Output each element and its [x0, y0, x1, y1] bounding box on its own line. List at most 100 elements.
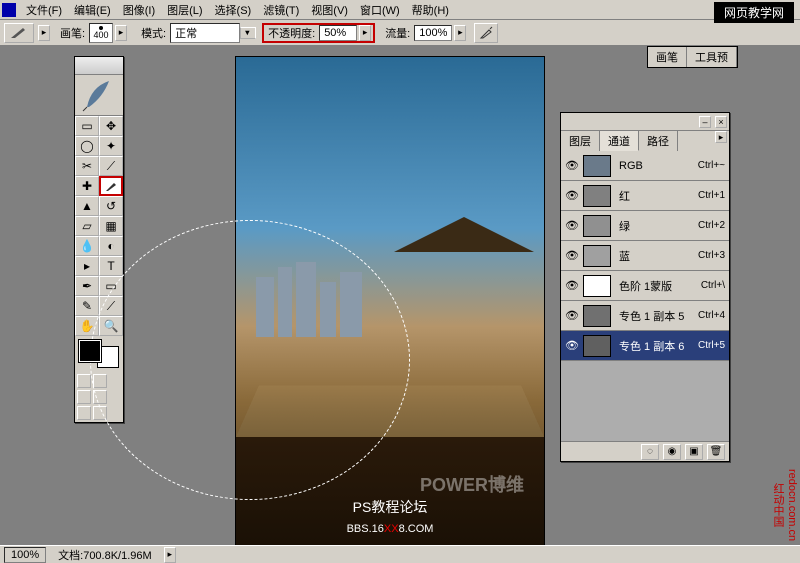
screen-full[interactable]	[77, 406, 91, 420]
zoom-field[interactable]: 100%	[4, 547, 46, 563]
channel-shortcut: Ctrl+1	[698, 190, 725, 201]
tab-toolpresets[interactable]: 工具预	[687, 47, 737, 67]
toolbox-title[interactable]	[75, 57, 123, 75]
tab-channels[interactable]: 通道	[600, 131, 639, 151]
channel-name: 专色 1 副本 5	[615, 308, 694, 324]
visibility-icon[interactable]: 👁	[565, 309, 579, 323]
screen-full-menu[interactable]	[93, 390, 107, 404]
menu-select[interactable]: 选择(S)	[209, 0, 258, 20]
document-canvas[interactable]: POWER博维 PS教程论坛 BBS.16XX8.COM	[235, 56, 545, 548]
eyedropper-tool[interactable]: ⟋	[99, 296, 123, 316]
channel-row[interactable]: 👁绿Ctrl+2	[561, 211, 729, 241]
shape-tool[interactable]: ▭	[99, 276, 123, 296]
zoom-tool[interactable]: 🔍	[99, 316, 123, 336]
save-selection-icon[interactable]: ◉	[663, 444, 681, 460]
menu-filter[interactable]: 滤镜(T)	[257, 0, 305, 20]
menu-view[interactable]: 视图(V)	[305, 0, 354, 20]
path-tool[interactable]: ▸	[75, 256, 99, 276]
blur-tool[interactable]: 💧	[75, 236, 99, 256]
flow-field[interactable]: 100%	[414, 25, 452, 41]
screen-std[interactable]	[77, 390, 91, 404]
app-feather-icon	[81, 77, 117, 113]
channel-thumb	[583, 305, 611, 327]
lasso-tool[interactable]: ◯	[75, 136, 99, 156]
channel-row[interactable]: 👁色阶 1蒙版Ctrl+\	[561, 271, 729, 301]
new-channel-icon[interactable]: ▣	[685, 444, 703, 460]
marquee-tool[interactable]: ▭	[75, 116, 99, 136]
tab-brushes[interactable]: 画笔	[648, 47, 687, 67]
menu-file[interactable]: 文件(F)	[20, 0, 68, 20]
mode-dropdown[interactable]	[240, 27, 256, 39]
type-tool[interactable]: T	[99, 256, 123, 276]
app-icon	[2, 3, 16, 17]
menu-help[interactable]: 帮助(H)	[406, 0, 455, 20]
move-tool[interactable]: ✥	[99, 116, 123, 136]
channel-row[interactable]: 👁专色 1 副本 6Ctrl+5	[561, 331, 729, 361]
heal-tool[interactable]: ✚	[75, 176, 99, 196]
crop-tool[interactable]: ✂	[75, 156, 99, 176]
visibility-icon[interactable]: 👁	[565, 339, 579, 353]
panel-menu-icon[interactable]: ▸	[715, 131, 727, 143]
channel-row[interactable]: 👁 专色 1 副本 5 Ctrl+4	[561, 301, 729, 331]
brush-preview[interactable]: 400	[89, 23, 113, 43]
wand-tool[interactable]: ✦	[99, 136, 123, 156]
slice-tool[interactable]: ⟋	[99, 156, 123, 176]
channel-shortcut: Ctrl+4	[698, 310, 725, 321]
mode-quickmask[interactable]	[93, 374, 107, 388]
fg-color[interactable]	[79, 340, 101, 362]
toolbox: ▭ ✥ ◯ ✦ ✂ ⟋ ✚ ▲ ↺ ▱ ▦ 💧 ◐ ▸ T ✒ ▭ ✎ ⟋ ✋ …	[74, 56, 124, 423]
tab-paths[interactable]: 路径	[639, 131, 678, 151]
channel-row[interactable]: 👁RGBCtrl+~	[561, 151, 729, 181]
visibility-icon[interactable]: 👁	[565, 219, 579, 233]
panel-close-icon[interactable]: ×	[715, 116, 727, 128]
channel-name: 红	[615, 188, 694, 204]
load-selection-icon[interactable]: ◌	[641, 444, 659, 460]
channel-thumb	[583, 335, 611, 357]
hand-tool[interactable]: ✋	[75, 316, 99, 336]
menu-window[interactable]: 窗口(W)	[354, 0, 406, 20]
opacity-field[interactable]: 50%	[319, 25, 357, 41]
tool-preset-icon[interactable]	[4, 23, 34, 43]
menu-layer[interactable]: 图层(L)	[161, 0, 208, 20]
brush-dropdown[interactable]	[115, 25, 127, 41]
airbrush-icon[interactable]	[474, 23, 498, 43]
menu-image[interactable]: 图像(I)	[117, 0, 161, 20]
mode-field[interactable]: 正常	[170, 23, 240, 43]
channels-panel: – × 图层 通道 路径 ▸ 👁RGBCtrl+~👁红Ctrl+1👁绿Ctrl+…	[560, 112, 730, 462]
pen-tool[interactable]: ✒	[75, 276, 99, 296]
canvas-image: POWER博维 PS教程论坛 BBS.16XX8.COM	[236, 57, 544, 547]
jump-to[interactable]	[93, 406, 107, 420]
flow-dropdown[interactable]	[454, 25, 466, 41]
gradient-tool[interactable]: ▦	[99, 216, 123, 236]
panel-min-icon[interactable]: –	[699, 116, 711, 128]
status-menu[interactable]	[164, 547, 176, 563]
channel-name: 蓝	[615, 248, 694, 264]
channel-row[interactable]: 👁 红 Ctrl+1	[561, 181, 729, 211]
channel-shortcut: Ctrl+~	[698, 160, 725, 171]
opacity-dropdown[interactable]	[359, 25, 371, 41]
visibility-icon[interactable]: 👁	[565, 189, 579, 203]
mode-standard[interactable]	[77, 374, 91, 388]
stamp-tool[interactable]: ▲	[75, 196, 99, 216]
toolbox-modes	[75, 372, 123, 422]
visibility-icon[interactable]: 👁	[565, 159, 579, 173]
eraser-tool[interactable]: ▱	[75, 216, 99, 236]
brush-tool[interactable]	[99, 176, 123, 196]
channel-list: 👁RGBCtrl+~👁红Ctrl+1👁绿Ctrl+2👁蓝Ctrl+3👁色阶 1蒙…	[561, 151, 729, 361]
menu-bar: 文件(F) 编辑(E) 图像(I) 图层(L) 选择(S) 滤镜(T) 视图(V…	[0, 0, 800, 20]
panel-footer: ◌ ◉ ▣ 🗑	[561, 441, 729, 461]
color-swatch[interactable]	[77, 338, 121, 370]
tab-layers[interactable]: 图层	[561, 131, 600, 151]
canvas-watermark-url: BBS.16XX8.COM	[347, 521, 434, 535]
tool-preset-dropdown[interactable]	[38, 25, 50, 41]
menu-edit[interactable]: 编辑(E)	[68, 0, 117, 20]
channel-row[interactable]: 👁蓝Ctrl+3	[561, 241, 729, 271]
visibility-icon[interactable]: 👁	[565, 249, 579, 263]
visibility-icon[interactable]: 👁	[565, 279, 579, 293]
delete-channel-icon[interactable]: 🗑	[707, 444, 725, 460]
history-brush-tool[interactable]: ↺	[99, 196, 123, 216]
channel-shortcut: Ctrl+\	[701, 280, 725, 291]
notes-tool[interactable]: ✎	[75, 296, 99, 316]
dodge-tool[interactable]: ◐	[99, 236, 123, 256]
opacity-label: 不透明度:	[266, 25, 317, 41]
